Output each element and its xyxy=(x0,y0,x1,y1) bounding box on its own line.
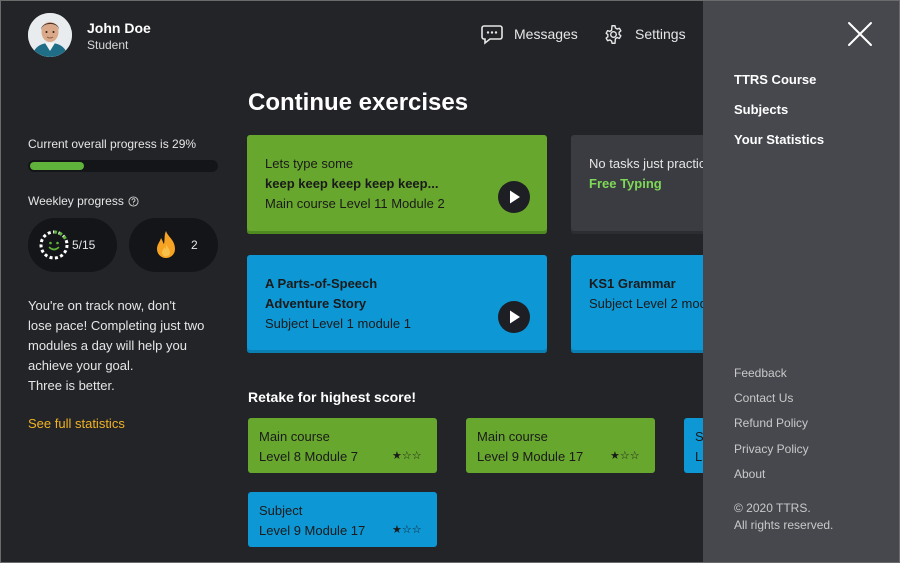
settings-link[interactable]: Settings xyxy=(603,23,686,45)
footer-link-refund-policy[interactable]: Refund Policy xyxy=(734,416,808,430)
footer-link-feedback[interactable]: Feedback xyxy=(734,366,787,380)
motivation-line: lose pace! Completing just two xyxy=(28,318,205,333)
close-icon[interactable] xyxy=(846,20,874,48)
footer-link-privacy-policy[interactable]: Privacy Policy xyxy=(734,442,809,456)
copyright-line: © 2020 TTRS. xyxy=(734,501,811,515)
messages-link[interactable]: Messages xyxy=(481,23,578,45)
menu-item-subjects[interactable]: Subjects xyxy=(734,102,788,117)
weekly-modules-badge: 5/15 xyxy=(28,218,117,272)
star-rating: ★☆☆ xyxy=(610,450,640,462)
card-title: KS1 Grammar xyxy=(589,276,676,291)
card-intro: Lets type some xyxy=(265,156,354,171)
user-name: John Doe xyxy=(87,20,151,36)
motivation-line: Three is better. xyxy=(28,378,115,393)
streak-badge: 2 xyxy=(129,218,218,272)
retake-title: Retake for highest score! xyxy=(248,389,417,405)
card-intro: No tasks just practice? xyxy=(589,156,720,171)
retake-level: Level 9 Module 17 xyxy=(259,523,366,538)
retake-card[interactable]: Main course Level 9 Module 17 ★☆☆ xyxy=(466,418,655,473)
copyright: © 2020 TTRS. All rights reserved. xyxy=(734,500,833,534)
play-icon xyxy=(510,190,520,204)
retake-level: Level 8 Module 7 xyxy=(259,449,359,464)
weekly-progress-label: Weekley progress xyxy=(28,194,124,208)
retake-card[interactable]: Main course Level 8 Module 7 ★☆☆ xyxy=(248,418,437,473)
flame-icon xyxy=(157,231,175,258)
retake-course: Subject xyxy=(259,503,303,518)
card-title: A Parts-of-Speech xyxy=(265,276,378,291)
motivation-line: modules a day will help you xyxy=(28,338,187,353)
side-menu-panel: TTRS Course Subjects Your Statistics Fee… xyxy=(703,0,900,563)
star-rating: ★☆☆ xyxy=(392,524,422,536)
card-title: Adventure Story xyxy=(265,296,367,311)
star-rating: ★☆☆ xyxy=(392,450,422,462)
card-exercise-text: keep keep keep keep keep... xyxy=(265,176,439,191)
gear-icon xyxy=(605,24,622,44)
overall-progress-label: Current overall progress is 29% xyxy=(28,137,197,151)
messages-icon xyxy=(481,24,503,45)
retake-level: Level 9 Module 17 xyxy=(477,449,584,464)
play-button[interactable] xyxy=(498,181,530,213)
motivation-line: achieve your goal. xyxy=(28,358,134,373)
menu-item-ttrs-course[interactable]: TTRS Course xyxy=(734,72,816,87)
help-icon[interactable] xyxy=(128,195,139,207)
copyright-line: All rights reserved. xyxy=(734,518,834,532)
settings-label: Settings xyxy=(635,26,686,42)
smiley-progress-icon xyxy=(39,230,69,260)
retake-level: L xyxy=(695,449,703,464)
retake-course: Main course xyxy=(259,429,330,444)
exercise-card-parts-of-speech[interactable]: A Parts-of-Speech Adventure Story Subjec… xyxy=(247,255,547,353)
motivation-line: You're on track now, don't xyxy=(28,298,176,313)
weekly-progress-heading: Weekley progress xyxy=(28,194,139,208)
card-level: Main course Level 11 Module 2 xyxy=(265,196,445,211)
overall-progress-fill xyxy=(30,162,84,170)
overall-progress-bar xyxy=(28,160,218,172)
motivation-message: You're on track now, don't lose pace! Co… xyxy=(28,296,228,396)
retake-card[interactable]: Subject Level 9 Module 17 ★☆☆ xyxy=(248,492,437,547)
streak-count: 2 xyxy=(191,238,198,252)
exercise-card-main-course[interactable]: Lets type some keep keep keep keep keep.… xyxy=(247,135,547,234)
footer-link-contact-us[interactable]: Contact Us xyxy=(734,391,793,405)
user-role: Student xyxy=(87,38,129,52)
menu-item-your-statistics[interactable]: Your Statistics xyxy=(734,132,824,147)
avatar[interactable] xyxy=(28,13,72,57)
continue-exercises-title: Continue exercises xyxy=(248,89,469,116)
see-full-statistics-link[interactable]: See full statistics xyxy=(28,416,125,431)
play-icon xyxy=(510,310,520,324)
retake-course: Main course xyxy=(477,429,548,444)
play-button[interactable] xyxy=(498,301,530,333)
card-level: Subject Level 1 module 1 xyxy=(265,316,411,331)
footer-link-about[interactable]: About xyxy=(734,467,765,481)
weekly-modules-count: 5/15 xyxy=(72,238,96,252)
messages-label: Messages xyxy=(514,26,578,42)
free-typing-label: Free Typing xyxy=(589,176,662,191)
